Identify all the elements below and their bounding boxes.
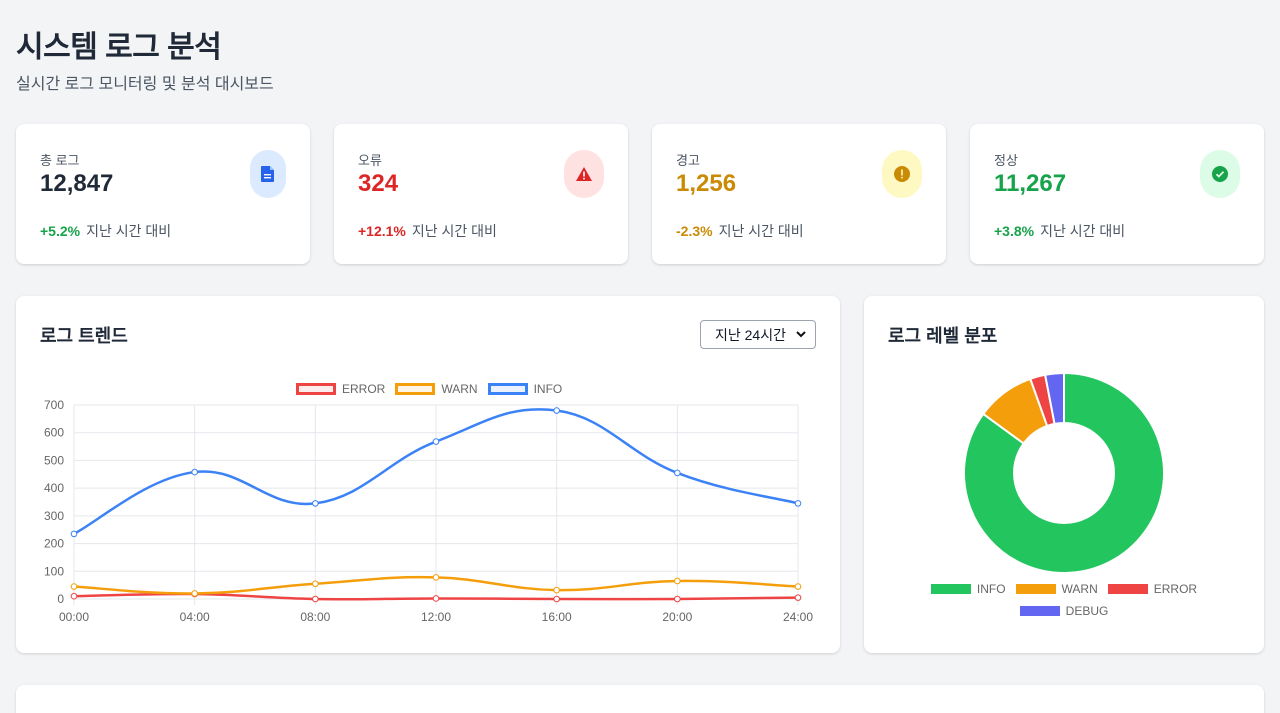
log-level-donut-chart xyxy=(963,371,1165,574)
stat-value: 11,267 xyxy=(994,170,1067,197)
stat-change: +5.2% 지난 시간 대비 xyxy=(40,221,171,241)
legend-row: DEBUG xyxy=(864,600,1264,622)
stat-card-error: 오류 324 +12.1% 지난 시간 대비 xyxy=(334,124,628,264)
stat-value: 324 xyxy=(358,170,399,197)
x-tick-label: 08:00 xyxy=(300,610,330,624)
stat-compare: 지난 시간 대비 xyxy=(411,223,497,239)
stat-label: 경고 xyxy=(676,153,700,168)
stat-value: 1,256 xyxy=(676,170,737,197)
data-point-info[interactable] xyxy=(794,500,802,507)
data-point-info[interactable] xyxy=(674,469,681,477)
time-range-select[interactable]: 지난 24시간 xyxy=(700,320,816,349)
log-distribution-title: 로그 레벨 분포 xyxy=(888,326,998,346)
legend-label: ERROR xyxy=(1153,582,1198,596)
legend-swatch-info xyxy=(930,584,971,594)
y-tick-label: 500 xyxy=(44,453,64,467)
legend-swatch-debug xyxy=(1019,606,1060,616)
y-tick-label: 0 xyxy=(57,592,64,606)
legend-item-error[interactable]: ERROR xyxy=(1107,582,1198,596)
legend-label: INFO xyxy=(976,582,1006,596)
y-tick-label: 300 xyxy=(44,509,64,523)
data-point-info[interactable] xyxy=(553,407,560,414)
legend-item-info[interactable]: INFO xyxy=(930,582,1006,596)
data-point-warn[interactable] xyxy=(432,574,440,581)
stat-change-value: +12.1% xyxy=(358,223,406,239)
exclamation-circle-icon xyxy=(882,150,922,198)
data-point-warn[interactable] xyxy=(674,577,681,585)
log-trend-title: 로그 트렌드 xyxy=(40,326,128,346)
check-circle-icon xyxy=(1200,150,1240,198)
log-distribution-panel: 로그 레벨 분포 INFO WARN ERROR DEBUG xyxy=(864,296,1264,653)
x-tick-label: 00:00 xyxy=(59,610,89,624)
stat-change-value: -2.3% xyxy=(676,223,713,239)
stat-change: +12.1% 지난 시간 대비 xyxy=(358,221,497,241)
x-tick-label: 12:00 xyxy=(421,610,451,624)
data-point-info[interactable] xyxy=(432,438,440,445)
legend-label: DEBUG xyxy=(1065,604,1109,618)
stat-card-total: 총 로그 12,847 +5.2% 지난 시간 대비 xyxy=(16,124,310,264)
dashboard-page: 시스템 로그 분석 실시간 로그 모니터링 및 분석 대시보드 총 로그 12,… xyxy=(0,0,1280,713)
x-tick-label: 16:00 xyxy=(542,610,572,624)
data-point-error[interactable] xyxy=(794,594,802,601)
page-title: 시스템 로그 분석 xyxy=(16,31,222,64)
distribution-legend: INFO WARN ERROR DEBUG xyxy=(864,578,1264,622)
stat-label: 정상 xyxy=(994,153,1018,168)
legend-swatch-warn xyxy=(1015,584,1056,594)
time-range-value: 지난 24시간 xyxy=(715,326,786,343)
stat-change-value: +3.8% xyxy=(994,223,1035,239)
data-point-warn[interactable] xyxy=(794,583,802,590)
x-tick-label: 24:00 xyxy=(783,610,813,624)
y-tick-label: 600 xyxy=(44,426,64,440)
data-point-warn[interactable] xyxy=(312,580,319,588)
stat-compare: 지난 시간 대비 xyxy=(718,223,804,239)
stat-label: 총 로그 xyxy=(40,153,80,168)
stat-label: 오류 xyxy=(358,153,382,168)
data-point-error[interactable] xyxy=(674,595,681,603)
data-point-error[interactable] xyxy=(432,595,440,602)
y-tick-label: 200 xyxy=(44,537,64,551)
data-point-error[interactable] xyxy=(70,592,78,600)
stat-change-value: +5.2% xyxy=(40,223,81,239)
stat-compare: 지난 시간 대비 xyxy=(1040,223,1126,239)
x-tick-label: 04:00 xyxy=(180,610,210,624)
document-icon xyxy=(250,150,286,198)
legend-item-debug[interactable]: DEBUG xyxy=(1019,604,1109,618)
legend-label: WARN xyxy=(1061,582,1098,596)
chevron-down-icon xyxy=(796,331,806,338)
warning-triangle-icon xyxy=(564,150,604,198)
data-point-warn[interactable] xyxy=(191,590,198,597)
data-point-error[interactable] xyxy=(312,595,319,603)
stat-change: -2.3% 지난 시간 대비 xyxy=(676,221,804,241)
bottom-panel xyxy=(16,685,1264,713)
data-point-info[interactable] xyxy=(312,500,319,507)
data-point-info[interactable] xyxy=(191,468,198,476)
log-trend-panel: 로그 트렌드 지난 24시간 ERROR WARN INFO 0 100 200 30… xyxy=(16,296,840,653)
y-tick-label: 700 xyxy=(44,398,64,412)
stat-value: 12,847 xyxy=(40,170,114,197)
data-point-info[interactable] xyxy=(70,530,78,538)
data-point-warn[interactable] xyxy=(70,583,78,590)
stat-card-ok: 정상 11,267 +3.8% 지난 시간 대비 xyxy=(970,124,1264,264)
x-tick-label: 20:00 xyxy=(662,610,692,624)
data-point-warn[interactable] xyxy=(553,586,560,594)
stat-compare: 지난 시간 대비 xyxy=(86,223,172,239)
y-tick-label: 100 xyxy=(44,564,64,578)
data-point-error[interactable] xyxy=(553,595,560,603)
page-subtitle: 실시간 로그 모니터링 및 분석 대시보드 xyxy=(16,76,274,93)
legend-item-warn[interactable]: WARN xyxy=(1015,582,1098,596)
stat-card-warn: 경고 1,256 -2.3% 지난 시간 대비 xyxy=(652,124,946,264)
log-trend-chart: 0 100 200 300 400 500 600 700 00:00 04:00 08:00 12:… xyxy=(44,398,813,624)
legend-row: INFO WARN ERROR xyxy=(864,578,1264,600)
stat-change: +3.8% 지난 시간 대비 xyxy=(994,221,1125,241)
legend-swatch-error xyxy=(1107,584,1148,594)
y-tick-label: 400 xyxy=(44,481,64,495)
